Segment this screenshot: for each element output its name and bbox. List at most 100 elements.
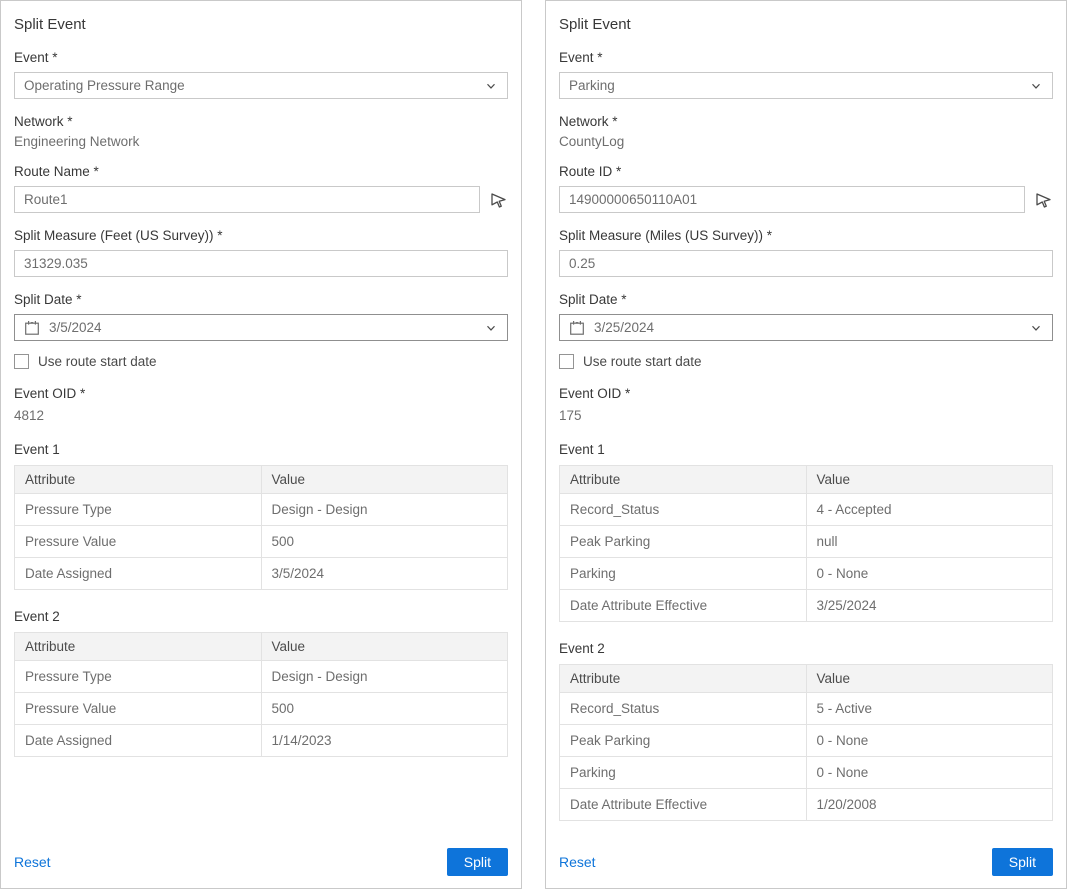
date-value: 3/25/2024	[594, 320, 1020, 335]
event-select[interactable]: Operating Pressure Range	[14, 72, 508, 99]
route-field-row	[14, 186, 508, 213]
table-row: Record_Status 5 - Active	[560, 693, 1053, 725]
split-event-panel-right: Split Event Event * Parking Network * Co…	[545, 0, 1067, 889]
value-cell: 3/25/2024	[806, 590, 1053, 622]
date-value: 3/5/2024	[49, 320, 475, 335]
table-row: Peak Parking 0 - None	[560, 725, 1053, 757]
attribute-cell: Parking	[560, 558, 807, 590]
map-select-arrow-icon[interactable]	[488, 190, 508, 210]
table-row: Date Assigned 1/14/2023	[15, 725, 508, 757]
value-cell: null	[806, 526, 1053, 558]
attribute-cell: Peak Parking	[560, 526, 807, 558]
attribute-column-header: Attribute	[15, 633, 262, 661]
value-cell: 3/5/2024	[261, 558, 508, 590]
panel-footer: Reset Split	[14, 838, 508, 876]
table-row: Date Attribute Effective 3/25/2024	[560, 590, 1053, 622]
table-header-row: Attribute Value	[560, 665, 1053, 693]
table-row: Parking 0 - None	[560, 558, 1053, 590]
network-label: Network *	[559, 114, 1053, 129]
measure-input[interactable]	[559, 250, 1053, 277]
table-row: Pressure Value 500	[15, 693, 508, 725]
event1-caption: Event 1	[14, 442, 508, 457]
attribute-column-header: Attribute	[560, 665, 807, 693]
attribute-column-header: Attribute	[560, 466, 807, 494]
chevron-down-icon	[484, 79, 498, 93]
date-picker[interactable]: 3/5/2024	[14, 314, 508, 341]
use-route-start-date-checkbox[interactable]	[14, 354, 29, 369]
attribute-cell: Peak Parking	[560, 725, 807, 757]
table-row: Pressure Type Design - Design	[15, 661, 508, 693]
event-oid-value: 175	[559, 408, 1053, 423]
calendar-icon	[569, 320, 585, 336]
route-input[interactable]	[559, 186, 1025, 213]
attribute-cell: Pressure Type	[15, 494, 262, 526]
chevron-down-icon	[1029, 79, 1043, 93]
value-cell: 500	[261, 526, 508, 558]
value-cell: 0 - None	[806, 757, 1053, 789]
date-label: Split Date *	[559, 292, 1053, 307]
value-cell: 0 - None	[806, 558, 1053, 590]
table-header-row: Attribute Value	[560, 466, 1053, 494]
event2-caption: Event 2	[14, 609, 508, 624]
event1-table: Attribute Value Record_Status 4 - Accept…	[559, 465, 1053, 622]
value-cell: 1/14/2023	[261, 725, 508, 757]
panel-footer: Reset Split	[559, 838, 1053, 876]
route-label: Route Name *	[14, 164, 508, 179]
map-select-arrow-icon[interactable]	[1033, 190, 1053, 210]
value-column-header: Value	[261, 633, 508, 661]
attribute-cell: Date Attribute Effective	[560, 789, 807, 821]
value-cell: 0 - None	[806, 725, 1053, 757]
route-input[interactable]	[14, 186, 480, 213]
attribute-column-header: Attribute	[15, 466, 262, 494]
date-label: Split Date *	[14, 292, 508, 307]
reset-button[interactable]: Reset	[14, 854, 51, 870]
event-label: Event *	[14, 50, 508, 65]
date-picker[interactable]: 3/25/2024	[559, 314, 1053, 341]
event2-table: Attribute Value Pressure Type Design - D…	[14, 632, 508, 757]
attribute-cell: Date Assigned	[15, 558, 262, 590]
value-cell: Design - Design	[261, 494, 508, 526]
table-header-row: Attribute Value	[15, 633, 508, 661]
calendar-icon	[24, 320, 40, 336]
value-cell: 500	[261, 693, 508, 725]
table-header-row: Attribute Value	[15, 466, 508, 494]
use-route-start-date-checkbox[interactable]	[559, 354, 574, 369]
measure-label: Split Measure (Feet (US Survey)) *	[14, 228, 508, 243]
event-oid-label: Event OID *	[559, 386, 1053, 401]
chevron-down-icon	[1029, 321, 1043, 335]
split-button[interactable]: Split	[447, 848, 508, 876]
measure-input[interactable]	[14, 250, 508, 277]
reset-button[interactable]: Reset	[559, 854, 596, 870]
network-value: CountyLog	[559, 134, 1053, 149]
table-row: Parking 0 - None	[560, 757, 1053, 789]
split-button[interactable]: Split	[992, 848, 1053, 876]
table-row: Date Attribute Effective 1/20/2008	[560, 789, 1053, 821]
value-cell: 4 - Accepted	[806, 494, 1053, 526]
attribute-cell: Pressure Type	[15, 661, 262, 693]
route-field-row	[559, 186, 1053, 213]
network-value: Engineering Network	[14, 134, 508, 149]
value-cell: 1/20/2008	[806, 789, 1053, 821]
use-route-start-date-row[interactable]: Use route start date	[14, 354, 508, 369]
split-event-workspace: Split Event Event * Operating Pressure R…	[0, 0, 1067, 890]
use-route-start-date-row[interactable]: Use route start date	[559, 354, 1053, 369]
table-row: Pressure Type Design - Design	[15, 494, 508, 526]
event-oid-label: Event OID *	[14, 386, 508, 401]
attribute-cell: Parking	[560, 757, 807, 789]
event-select-value: Operating Pressure Range	[24, 78, 484, 93]
value-cell: 5 - Active	[806, 693, 1053, 725]
split-event-panel-left: Split Event Event * Operating Pressure R…	[0, 0, 522, 889]
measure-label: Split Measure (Miles (US Survey)) *	[559, 228, 1053, 243]
attribute-cell: Record_Status	[560, 494, 807, 526]
attribute-cell: Record_Status	[560, 693, 807, 725]
chevron-down-icon	[484, 321, 498, 335]
table-row: Peak Parking null	[560, 526, 1053, 558]
event-select-value: Parking	[569, 78, 1029, 93]
table-row: Record_Status 4 - Accepted	[560, 494, 1053, 526]
panel-title: Split Event	[559, 16, 1053, 33]
event-select[interactable]: Parking	[559, 72, 1053, 99]
route-label: Route ID *	[559, 164, 1053, 179]
event1-caption: Event 1	[559, 442, 1053, 457]
panel-title: Split Event	[14, 16, 508, 33]
attribute-cell: Date Attribute Effective	[560, 590, 807, 622]
